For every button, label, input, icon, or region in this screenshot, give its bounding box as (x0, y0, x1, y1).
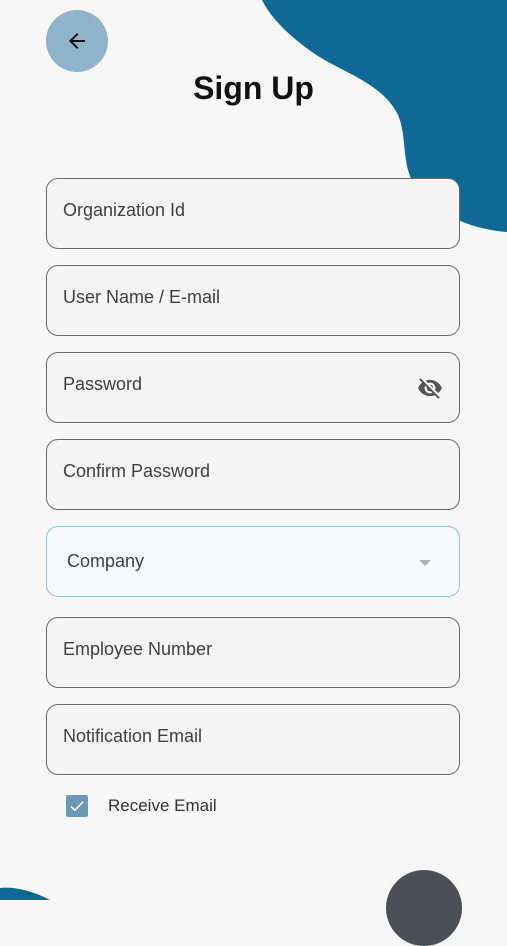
receive-email-checkbox[interactable] (66, 795, 88, 817)
password-label: Password (63, 374, 143, 394)
employee-number-field[interactable]: Employee Number (46, 617, 460, 688)
decorative-blob-bottom (0, 887, 50, 900)
page-title: Sign Up (193, 70, 314, 106)
username-email-field[interactable]: User Name / E-mail (46, 265, 460, 336)
organization-id-field[interactable]: Organization Id (46, 178, 460, 249)
arrow-left-icon (69, 33, 85, 49)
back-button[interactable] (46, 10, 108, 72)
organization-id-label: Organization Id (63, 200, 186, 220)
password-field[interactable]: Password (46, 352, 460, 423)
eye-off-icon[interactable] (415, 375, 445, 401)
notification-email-field[interactable]: Notification Email (46, 704, 460, 775)
chevron-down-icon (419, 560, 431, 566)
username-email-label: User Name / E-mail (63, 287, 221, 307)
employee-number-label: Employee Number (63, 639, 213, 659)
confirm-password-field[interactable]: Confirm Password (46, 439, 460, 510)
receive-email-label: Receive Email (108, 796, 217, 815)
notification-email-label: Notification Email (63, 726, 203, 746)
receive-email-row[interactable]: Receive Email (66, 795, 217, 817)
check-icon (70, 801, 84, 812)
floating-action-button[interactable] (386, 870, 462, 946)
company-label: Company (67, 551, 145, 571)
confirm-password-label: Confirm Password (63, 461, 211, 481)
company-select[interactable]: Company (46, 526, 460, 597)
